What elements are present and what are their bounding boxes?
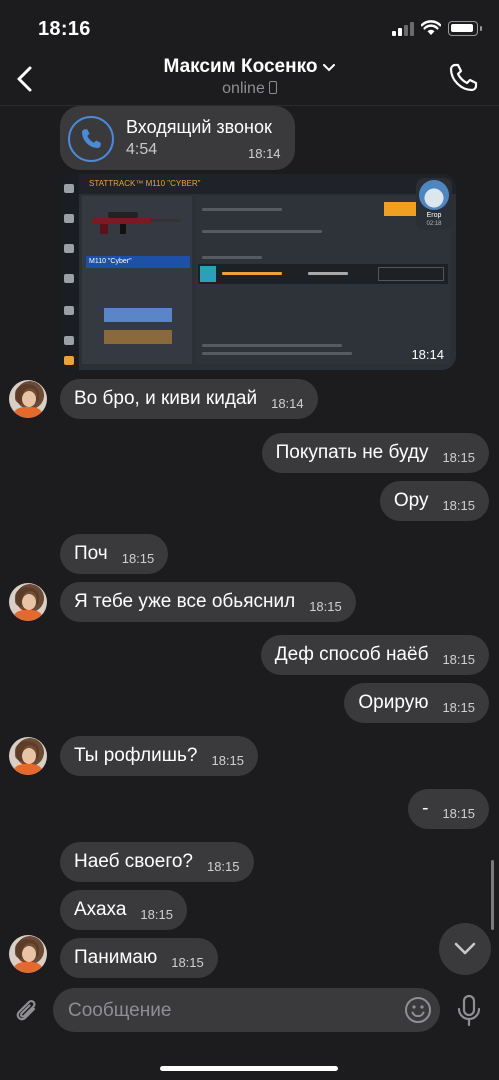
contact-status: online	[120, 80, 379, 98]
message-time: 18:15	[442, 449, 475, 465]
phone-icon[interactable]	[447, 62, 479, 94]
battery-icon	[448, 21, 482, 36]
message-text: Панимаю	[74, 947, 158, 968]
incoming-message[interactable]: Во бро, и киви кидай 18:14	[60, 379, 318, 419]
weapon-label: M110 "Cyber"	[86, 256, 190, 268]
scroll-down-button[interactable]	[439, 923, 491, 975]
message-text: Наеб своего?	[74, 851, 193, 872]
paperclip-icon[interactable]	[14, 996, 40, 1026]
message-text: Орирую	[358, 692, 429, 713]
image-message[interactable]: STATTRACK™ M110 "CYBER" M110 "Cyber" Его…	[60, 174, 456, 370]
avatar[interactable]	[9, 583, 47, 621]
phone-icon	[82, 129, 101, 148]
message-time: 18:14	[411, 347, 444, 362]
game-sidebar	[60, 174, 79, 370]
message-time: 18:15	[211, 752, 245, 768]
message-text: Ору	[393, 490, 429, 511]
smiley-icon[interactable]	[404, 996, 432, 1024]
chevron-down-icon	[454, 942, 476, 955]
message-text: Ты рофлишь?	[74, 745, 198, 766]
message-time: 18:14	[271, 395, 304, 411]
message-time: 18:15	[442, 699, 475, 715]
incoming-call-message[interactable]: Входящий звонок 4:54 18:14	[60, 106, 295, 170]
incoming-message[interactable]: Поч 18:15	[60, 534, 169, 574]
cellular-signal-icon	[392, 22, 414, 36]
avatar[interactable]	[9, 380, 47, 418]
rifle-image	[92, 212, 180, 234]
sell-button	[104, 330, 172, 344]
caller-time: 02:18	[426, 221, 442, 227]
status-text: online	[222, 80, 265, 97]
caller-name: Егор	[426, 212, 442, 219]
mobile-device-icon	[268, 81, 277, 94]
chevron-down-icon	[323, 63, 336, 72]
message-text: Деф способ наёб	[274, 644, 429, 665]
view-button	[104, 308, 172, 322]
incoming-message[interactable]: Ты рофлишь? 18:15	[60, 736, 259, 776]
game-topbar: STATTRACK™ M110 "CYBER"	[79, 174, 456, 194]
message-time: 18:15	[442, 651, 475, 667]
message-time: 18:15	[442, 497, 475, 513]
market-panel	[196, 196, 450, 364]
outgoing-message[interactable]: Ору 18:15	[379, 481, 489, 521]
message-text: Поч	[74, 543, 108, 564]
home-indicator[interactable]	[160, 1066, 338, 1071]
incoming-message[interactable]: Я тебе уже все обьяснил 18:15	[60, 582, 356, 622]
outgoing-message[interactable]: - 18:15	[408, 789, 489, 829]
message-time: 18:15	[309, 598, 342, 614]
status-bar: 18:16	[0, 0, 499, 52]
incoming-message[interactable]: Панимаю 18:15	[60, 938, 218, 978]
contact-name: Максим Косенко	[163, 56, 318, 77]
caller-avatar	[419, 180, 449, 210]
message-text: Покупать не буду	[275, 442, 429, 463]
chat-header: Максим Косенко online	[0, 52, 499, 106]
overlay-caller: Егор 02:18	[416, 178, 452, 230]
scrollbar[interactable]	[491, 860, 494, 930]
message-text: Я тебе уже все обьяснил	[74, 591, 296, 612]
message-time: 18:14	[248, 146, 281, 161]
message-time: 18:15	[140, 906, 173, 922]
message-time: 18:15	[442, 805, 475, 821]
call-title: Входящий звонок	[126, 117, 272, 137]
message-text: Ахаха	[74, 899, 127, 920]
avatar[interactable]	[9, 935, 47, 973]
wifi-icon	[421, 20, 441, 35]
item-panel: M110 "Cyber"	[82, 196, 192, 364]
incoming-message[interactable]: Ахаха 18:15	[60, 890, 187, 930]
message-time: 18:15	[171, 954, 204, 970]
message-input[interactable]: Сообщение	[53, 988, 440, 1032]
chevron-left-icon[interactable]	[12, 64, 38, 94]
call-icon-circle	[68, 116, 114, 162]
message-text: -	[422, 798, 429, 819]
contact-title[interactable]: Максим Косенко online	[120, 56, 379, 98]
message-time: 18:15	[121, 550, 155, 566]
outgoing-message[interactable]: Деф способ наёб 18:15	[260, 635, 489, 675]
status-time: 18:16	[38, 18, 91, 40]
incoming-message[interactable]: Наеб своего? 18:15	[60, 842, 254, 882]
avatar[interactable]	[9, 737, 47, 775]
message-text: Во бро, и киви кидай	[74, 388, 258, 409]
outgoing-message[interactable]: Орирую 18:15	[344, 683, 489, 723]
outgoing-message[interactable]: Покупать не буду 18:15	[261, 433, 489, 473]
input-placeholder: Сообщение	[68, 1000, 172, 1021]
message-time: 18:15	[206, 858, 240, 874]
call-duration: 4:54	[126, 141, 158, 158]
microphone-icon[interactable]	[456, 994, 482, 1028]
listing-row	[198, 264, 448, 284]
